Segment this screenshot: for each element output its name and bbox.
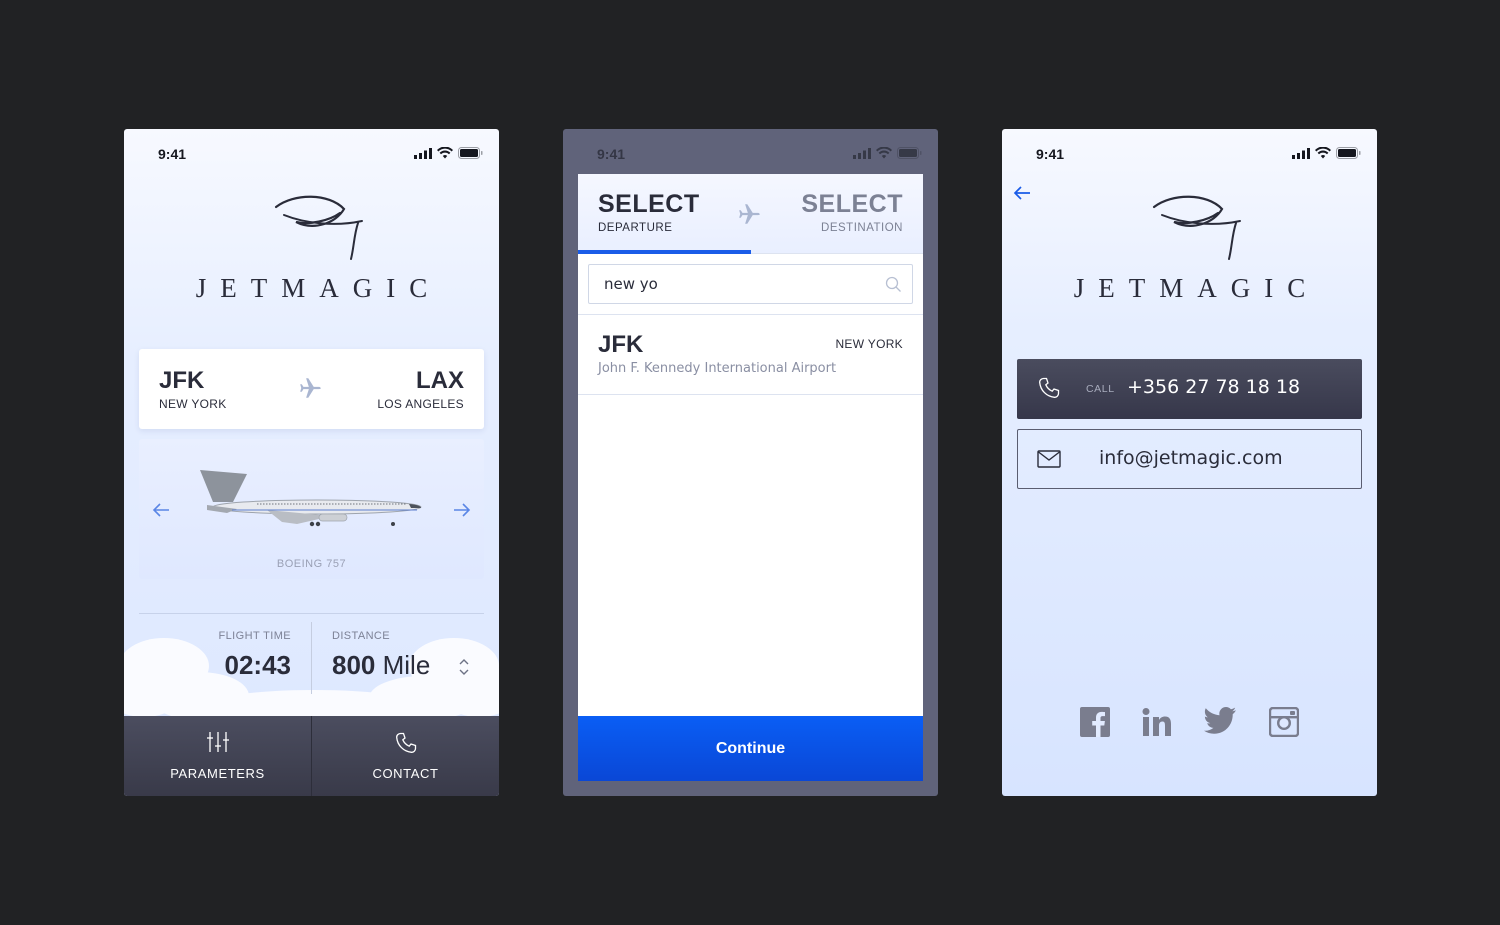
origin-city: NEW YORK xyxy=(159,397,227,411)
result-code: JFK xyxy=(598,331,644,358)
airport-select-screen: 9:41 SELECT DEPARTURE SELECT DESTINATION xyxy=(563,129,938,796)
tab-contact-label: CONTACT xyxy=(372,766,439,781)
jetmagic-logo-icon xyxy=(1152,195,1241,260)
search-icon[interactable] xyxy=(885,276,902,293)
linkedin-icon[interactable] xyxy=(1142,707,1172,737)
origin-code: JFK xyxy=(159,367,205,394)
tab-parameters[interactable]: PARAMETERS xyxy=(124,716,311,796)
phone-number: +356 27 78 18 18 xyxy=(1127,376,1301,398)
arrow-right-icon[interactable] xyxy=(452,502,472,518)
active-tab-indicator xyxy=(578,250,751,254)
distance-unit: Mile xyxy=(382,650,431,680)
flight-time-value: 02:43 xyxy=(224,650,292,680)
status-bar: 9:41 xyxy=(563,129,938,177)
destination-code: LAX xyxy=(416,367,464,394)
destination-city: LOS ANGELES xyxy=(377,397,464,411)
email-button[interactable]: info@jetmagic.com xyxy=(1017,429,1362,489)
airport-result-row[interactable]: JFK NEW YORK John F. Kennedy Internation… xyxy=(578,315,923,395)
chevron-updown-icon[interactable] xyxy=(458,658,470,676)
status-time: 9:41 xyxy=(597,146,626,162)
back-arrow-icon[interactable] xyxy=(1012,185,1032,201)
stats-divider xyxy=(311,622,312,694)
status-icons xyxy=(1292,147,1361,159)
aircraft-image xyxy=(200,470,422,527)
flight-stats: FLIGHT TIME 02:43 DISTANCE 800 Mile xyxy=(139,613,484,716)
instagram-icon[interactable] xyxy=(1269,707,1299,737)
result-city: NEW YORK xyxy=(835,337,903,351)
twitter-icon[interactable] xyxy=(1204,707,1236,735)
brand-wordmark: JETMAGIC xyxy=(1073,273,1320,303)
signal-icon xyxy=(1292,147,1310,159)
plane-icon xyxy=(739,204,760,224)
brand-wordmark: JETMAGIC xyxy=(195,273,442,303)
tab-departure-title: SELECT xyxy=(598,190,700,218)
status-time: 9:41 xyxy=(158,146,187,162)
tab-destination-title: SELECT xyxy=(801,190,903,218)
wifi-icon xyxy=(437,147,453,159)
continue-button[interactable]: Continue xyxy=(578,716,923,781)
status-bar: 9:41 xyxy=(1002,129,1377,177)
status-icons xyxy=(853,147,922,159)
aircraft-carousel: BOEING 757 xyxy=(139,439,484,579)
battery-icon xyxy=(897,147,922,159)
search-input[interactable] xyxy=(589,265,879,303)
signal-icon xyxy=(853,147,871,159)
contact-screen: 9:41 JETMAGIC CALL +356 27 78 18 18 info… xyxy=(1002,129,1377,796)
airport-search xyxy=(588,264,913,304)
status-icons xyxy=(414,147,483,159)
tab-contact[interactable]: CONTACT xyxy=(311,716,499,796)
status-time: 9:41 xyxy=(1036,146,1065,162)
wifi-icon xyxy=(876,147,892,159)
sliders-icon xyxy=(206,732,229,752)
aircraft-model: BOEING 757 xyxy=(276,558,347,570)
battery-icon xyxy=(1336,147,1361,159)
flight-time-label: FLIGHT TIME xyxy=(218,630,291,642)
plane-icon xyxy=(300,378,321,398)
signal-icon xyxy=(414,147,432,159)
jetmagic-logo-icon xyxy=(274,195,363,260)
bottom-tab-bar: PARAMETERS CONTACT xyxy=(124,716,499,796)
facebook-icon[interactable] xyxy=(1080,707,1110,737)
flight-screen: 9:41 JETMAGIC JFK NEW YORK LAX LOS ANGEL… xyxy=(124,129,499,796)
distance-value[interactable]: 800 Mile xyxy=(332,650,430,681)
mail-icon xyxy=(1037,450,1061,468)
call-button[interactable]: CALL +356 27 78 18 18 xyxy=(1017,359,1362,419)
phone-icon xyxy=(395,732,416,753)
email-address: info@jetmagic.com xyxy=(1099,447,1283,469)
distance-label: DISTANCE xyxy=(332,630,391,642)
wifi-icon xyxy=(1315,147,1331,159)
tab-parameters-label: PARAMETERS xyxy=(170,766,265,781)
tab-destination-subtitle: DESTINATION xyxy=(821,222,903,234)
result-airport-name: John F. Kennedy International Airport xyxy=(598,361,837,376)
select-airport-modal: SELECT DEPARTURE SELECT DESTINATION JFK … xyxy=(578,174,923,781)
battery-icon xyxy=(458,147,483,159)
distance-number: 800 xyxy=(332,650,376,680)
phone-icon xyxy=(1039,377,1060,398)
route-card[interactable]: JFK NEW YORK LAX LOS ANGELES xyxy=(139,349,484,429)
call-label: CALL xyxy=(1086,383,1115,395)
tab-departure-subtitle: DEPARTURE xyxy=(598,222,673,234)
airport-tabs: SELECT DEPARTURE SELECT DESTINATION xyxy=(578,174,923,254)
arrow-left-icon[interactable] xyxy=(151,502,171,518)
status-bar: 9:41 xyxy=(124,129,499,177)
